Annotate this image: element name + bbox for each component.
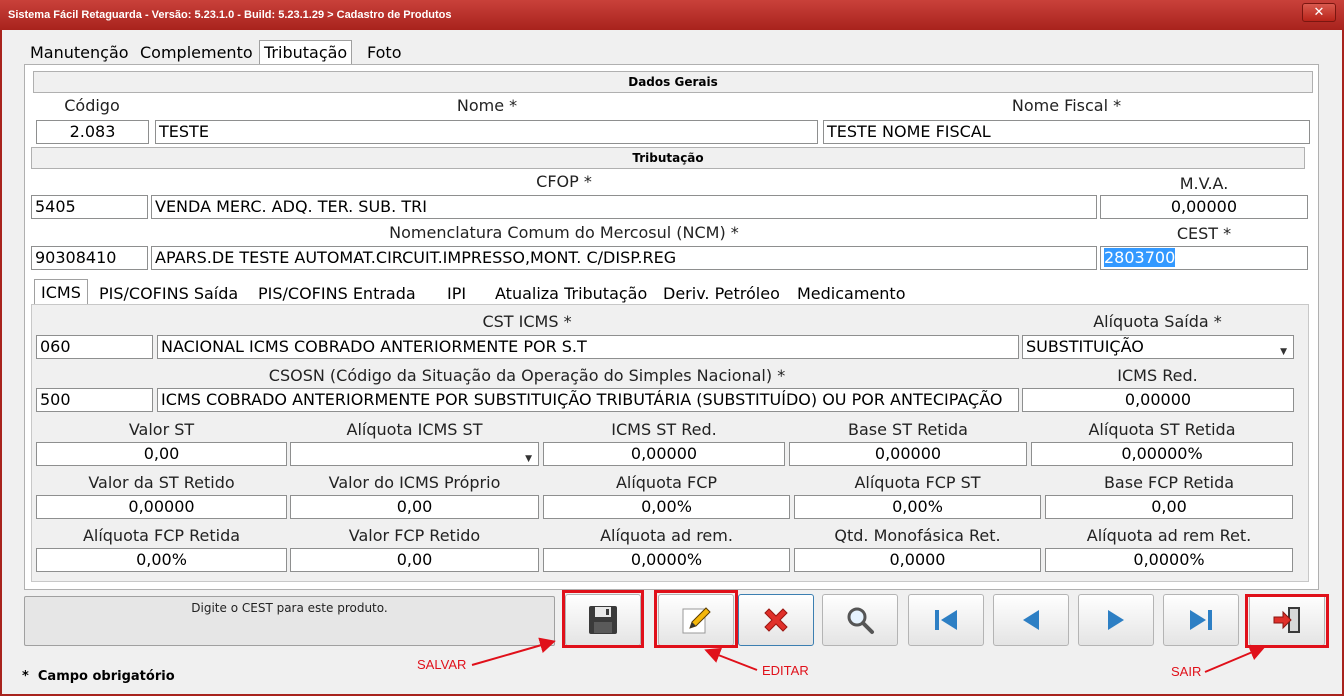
first-record-button[interactable] <box>908 594 984 646</box>
aliquota-fcp-st-label: Alíquota FCP ST <box>854 473 981 492</box>
cfop-description-field[interactable]: VENDA MERC. ADQ. TER. SUB. TRI <box>151 195 1097 219</box>
nome-fiscal-label: Nome Fiscal * <box>1011 96 1122 115</box>
subtab-deriv-petroleo[interactable]: Deriv. Petróleo <box>663 284 780 303</box>
required-star: * <box>22 669 29 684</box>
codigo-field[interactable]: 2.083 <box>36 120 149 144</box>
next-record-button[interactable] <box>1078 594 1154 646</box>
arrow-right-icon <box>1108 610 1124 630</box>
cst-icms-label: CST ICMS * <box>482 312 572 331</box>
valor-fcp-retido-label: Valor FCP Retido <box>348 526 481 545</box>
edit-highlight-box <box>654 590 738 648</box>
cest-label: CEST * <box>1176 224 1232 243</box>
magnifier-icon <box>847 607 874 634</box>
aliquota-icms-st-select[interactable] <box>290 442 539 466</box>
aliquota-ad-rem-ret-label: Alíquota ad rem Ret. <box>1086 526 1252 545</box>
valor-icms-proprio-field[interactable]: 0,00 <box>290 495 539 519</box>
skip-last-icon <box>1190 610 1212 630</box>
aliquota-saida-value: SUBSTITUIÇÃO <box>1026 337 1144 356</box>
aliquota-st-retida-label: Alíquota ST Retida <box>1088 420 1236 439</box>
base-st-retida-label: Base ST Retida <box>848 420 968 439</box>
tab-manutencao[interactable]: Manutenção <box>30 43 129 62</box>
cest-value: 2803700 <box>1104 248 1176 267</box>
valor-st-retido-label: Valor da ST Retido <box>88 473 235 492</box>
base-st-retida-field[interactable]: 0,00000 <box>789 442 1027 466</box>
tab-tributacao[interactable]: Tributação <box>259 40 353 66</box>
cst-description-field[interactable]: NACIONAL ICMS COBRADO ANTERIORMENTE POR … <box>157 335 1019 359</box>
aliquota-fcp-field[interactable]: 0,00% <box>543 495 790 519</box>
skip-first-icon <box>935 610 957 630</box>
base-fcp-retida-label: Base FCP Retida <box>1103 473 1235 492</box>
aliquota-ad-rem-field[interactable]: 0,0000% <box>543 548 790 572</box>
window-title: Sistema Fácil Retaguarda - Versão: 5.23.… <box>0 0 1344 30</box>
base-fcp-retida-field[interactable]: 0,00 <box>1045 495 1293 519</box>
ncm-label: Nomenclatura Comum do Mercosul (NCM) * <box>389 223 739 242</box>
icms-red-field[interactable]: 0,00000 <box>1022 388 1294 412</box>
subtab-pis-cofins-entrada[interactable]: PIS/COFINS Entrada <box>258 284 416 303</box>
dados-gerais-header: Dados Gerais <box>33 71 1313 93</box>
tab-complemento[interactable]: Complemento <box>140 43 253 62</box>
aliquota-st-retida-field[interactable]: 0,00000% <box>1031 442 1293 466</box>
cfop-label: CFOP * <box>536 172 592 191</box>
icms-st-red-label: ICMS ST Red. <box>611 420 717 439</box>
ncm-code-field[interactable]: 90308410 <box>31 246 148 270</box>
aliquota-saida-label: Alíquota Saída * <box>1093 312 1222 331</box>
last-record-button[interactable] <box>1163 594 1239 646</box>
required-note: * Campo obrigatório <box>22 669 175 684</box>
save-highlight-box <box>562 590 644 648</box>
cfop-code-field[interactable]: 5405 <box>31 195 148 219</box>
qtd-monofasica-ret-field[interactable]: 0,0000 <box>794 548 1041 572</box>
status-hint: Digite o CEST para este produto. <box>24 596 555 646</box>
csosn-description-field[interactable]: ICMS COBRADO ANTERIORMENTE POR SUBSTITUI… <box>157 388 1019 412</box>
red-x-icon <box>764 608 788 632</box>
arrow-left-icon <box>1023 610 1039 630</box>
valor-icms-proprio-label: Valor do ICMS Próprio <box>328 473 501 492</box>
exit-highlight-box <box>1245 594 1329 648</box>
csosn-label: CSOSN (Código da Situação da Operação do… <box>268 366 786 385</box>
nome-label: Nome * <box>456 96 518 115</box>
required-text: Campo obrigatório <box>37 669 175 684</box>
subtab-atualiza-tributacao[interactable]: Atualiza Tributação <box>495 284 647 303</box>
previous-record-button[interactable] <box>993 594 1069 646</box>
subtab-ipi[interactable]: IPI <box>447 284 466 303</box>
delete-button[interactable] <box>738 594 814 646</box>
aliquota-ad-rem-ret-field[interactable]: 0,0000% <box>1045 548 1293 572</box>
tributacao-header: Tributação <box>31 147 1305 169</box>
valor-fcp-retido-field[interactable]: 0,00 <box>290 548 539 572</box>
annotation-editar: EDITAR <box>762 663 809 678</box>
ncm-description-field[interactable]: APARS.DE TESTE AUTOMAT.CIRCUIT.IMPRESSO,… <box>151 246 1097 270</box>
qtd-monofasica-ret-label: Qtd. Monofásica Ret. <box>834 526 1001 545</box>
annotation-salvar: SALVAR <box>417 657 467 672</box>
valor-st-retido-field[interactable]: 0,00000 <box>36 495 287 519</box>
aliquota-fcp-label: Alíquota FCP <box>615 473 718 492</box>
aliquota-fcp-retida-label: Alíquota FCP Retida <box>82 526 241 545</box>
icms-red-label: ICMS Red. <box>1117 366 1198 385</box>
mva-field[interactable]: 0,00000 <box>1100 195 1308 219</box>
nome-field[interactable]: TESTE <box>155 120 818 144</box>
icms-st-red-field[interactable]: 0,00000 <box>543 442 785 466</box>
aliquota-fcp-retida-field[interactable]: 0,00% <box>36 548 287 572</box>
csosn-code-field[interactable]: 500 <box>36 388 153 412</box>
cst-code-field[interactable]: 060 <box>36 335 153 359</box>
annotation-sair: SAIR <box>1171 664 1202 679</box>
subtab-icms[interactable]: ICMS <box>34 279 88 305</box>
aliquota-ad-rem-label: Alíquota ad rem. <box>600 526 733 545</box>
valor-st-field[interactable]: 0,00 <box>36 442 287 466</box>
cest-field[interactable]: 2803700 <box>1100 246 1308 270</box>
subtab-medicamento[interactable]: Medicamento <box>797 284 905 303</box>
aliquota-icms-st-label: Alíquota ICMS ST <box>346 420 483 439</box>
aliquota-fcp-st-field[interactable]: 0,00% <box>794 495 1041 519</box>
valor-st-label: Valor ST <box>128 420 195 439</box>
window-close-button[interactable]: ✕ <box>1302 3 1336 22</box>
codigo-label: Código <box>64 96 120 115</box>
nome-fiscal-field[interactable]: TESTE NOME FISCAL <box>823 120 1310 144</box>
search-button[interactable] <box>822 594 898 646</box>
mva-label: M.V.A. <box>1179 174 1229 193</box>
subtab-pis-cofins-saida[interactable]: PIS/COFINS Saída <box>99 284 238 303</box>
tab-foto[interactable]: Foto <box>367 43 401 62</box>
aliquota-saida-select[interactable]: SUBSTITUIÇÃO <box>1022 335 1294 359</box>
